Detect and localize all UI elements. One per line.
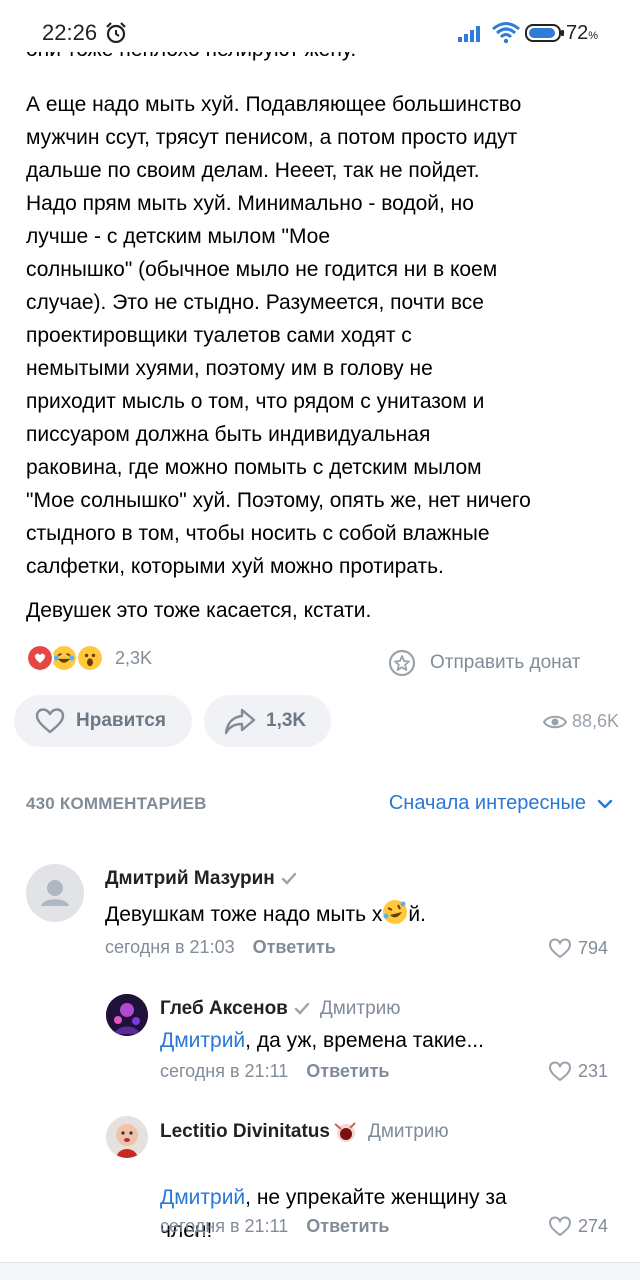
reactions-count[interactable]: 2,3K xyxy=(115,648,152,669)
comment-text: Девушкам тоже надо мыть х й. xyxy=(105,898,605,931)
comment-author[interactable]: Глеб Аксенов Дмитрию xyxy=(160,998,401,1020)
like-label: Нравится xyxy=(76,710,166,731)
heart-outline-icon xyxy=(35,708,65,734)
comments-header: 430 КОММЕНТАРИЕВ Сначала интересные xyxy=(26,792,614,820)
comment: Дмитрий Мазурин Девушкам тоже надо мыть … xyxy=(0,860,640,970)
user-status-emoji-icon xyxy=(334,1122,356,1142)
post-text-last-line: Девушек это тоже касается, кстати. xyxy=(26,599,372,622)
laughing-tears-reaction-icon xyxy=(50,644,78,672)
heart-outline-icon xyxy=(548,938,572,959)
comments-sort-dropdown[interactable]: Сначала интересные xyxy=(389,792,614,815)
reply-button[interactable]: Ответить xyxy=(306,1216,389,1236)
share-button[interactable]: 1,3K xyxy=(204,695,331,747)
comment-time: сегодня в 21:11 xyxy=(160,1216,289,1236)
avatar[interactable] xyxy=(106,1116,148,1158)
comment-like-count: 274 xyxy=(578,1215,609,1236)
comment-meta: сегодня в 21:11 Ответить xyxy=(160,1061,389,1082)
heart-outline-icon xyxy=(548,1061,572,1082)
bottom-edge xyxy=(0,1262,640,1280)
shocked-reaction-icon xyxy=(76,644,104,672)
reply-to[interactable]: Дмитрию xyxy=(320,998,401,1020)
heart-reaction-icon xyxy=(26,644,54,672)
avatar[interactable] xyxy=(26,864,84,922)
post-text: А еще надо мыть хуй. Подавляющее большин… xyxy=(26,93,531,578)
chevron-down-icon xyxy=(597,799,613,808)
comment-like-count: 794 xyxy=(578,937,609,958)
avatar-image xyxy=(106,994,148,1036)
comment-like-button[interactable]: 274 xyxy=(548,1215,608,1237)
comment-author[interactable]: Дмитрий Мазурин xyxy=(105,868,297,890)
comment-meta: сегодня в 21:11 Ответить xyxy=(160,1216,389,1237)
comment-author[interactable]: Lectitio Divinitatus Дмитрию xyxy=(160,1120,449,1144)
battery-icon xyxy=(525,24,564,42)
views-count: 88,6K xyxy=(572,711,620,731)
donate-label: Отправить донат xyxy=(430,652,581,673)
comments-count: 430 КОММЕНТАРИЕВ xyxy=(26,794,207,813)
checkmark-icon xyxy=(281,872,296,885)
reply-button[interactable]: Ответить xyxy=(253,937,336,957)
status-time: 22:26 xyxy=(42,20,98,45)
alarm-icon xyxy=(106,22,126,44)
reply-to[interactable]: Дмитрию xyxy=(368,1121,449,1143)
avatar[interactable] xyxy=(106,994,148,1036)
wifi-icon xyxy=(492,22,520,44)
like-button[interactable]: Нравится xyxy=(14,695,192,747)
heart-outline-icon xyxy=(548,1216,572,1237)
default-user-icon xyxy=(41,880,69,906)
donate-button[interactable]: Отправить донат xyxy=(388,648,581,678)
eye-icon xyxy=(543,715,567,728)
sort-label: Сначала интересные xyxy=(388,792,586,814)
comment-text: Дмитрий, да уж, времена такие... xyxy=(160,1029,484,1052)
battery-level: 72% xyxy=(566,22,599,44)
comment-time: сегодня в 21:11 xyxy=(160,1061,289,1081)
share-count: 1,3K xyxy=(266,710,307,731)
comment-like-button[interactable]: 231 xyxy=(548,1060,608,1082)
comment-like-button[interactable]: 794 xyxy=(548,937,608,959)
mention-link[interactable]: Дмитрий xyxy=(160,1029,245,1052)
checkmark-icon xyxy=(294,1002,310,1015)
status-bar: 22:26 72% xyxy=(0,0,640,52)
comment-reply: Глеб Аксенов Дмитрию Дмитрий, да уж, вре… xyxy=(0,990,640,1090)
comment-reply: Lectitio Divinitatus Дмитрию Дмитрий, не… xyxy=(0,1112,640,1252)
comment-like-count: 231 xyxy=(578,1060,609,1081)
star-circle-icon xyxy=(388,649,416,677)
rofl-emoji-icon xyxy=(383,900,408,924)
views-counter: 88,6K xyxy=(543,711,619,732)
reply-button[interactable]: Ответить xyxy=(306,1061,389,1081)
comment-time: сегодня в 21:03 xyxy=(105,937,235,957)
avatar-image xyxy=(106,1116,148,1158)
signal-icon xyxy=(458,26,480,42)
mention-link[interactable]: Дмитрий xyxy=(160,1186,245,1209)
comment-meta: сегодня в 21:03 Ответить xyxy=(105,937,336,958)
share-arrow-icon xyxy=(224,708,256,735)
